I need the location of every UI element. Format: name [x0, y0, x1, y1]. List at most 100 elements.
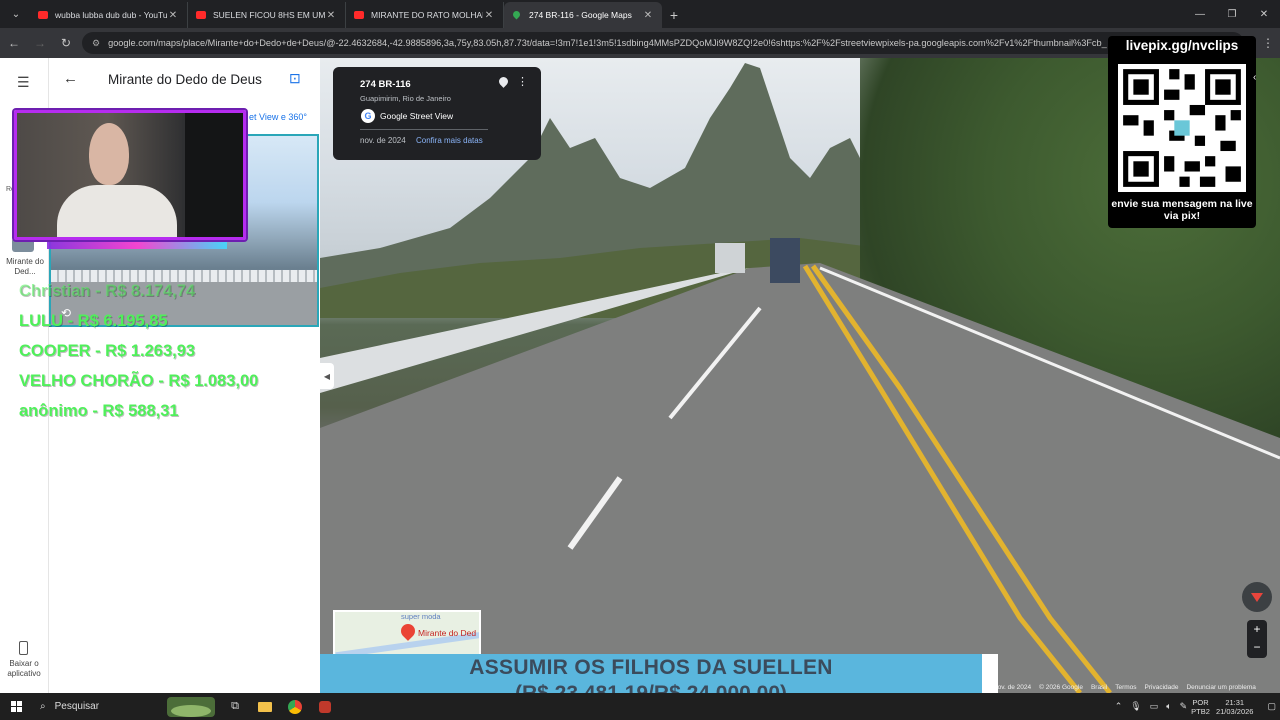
- language-line-2: PTB2: [1191, 706, 1210, 716]
- youtube-icon: [38, 11, 48, 19]
- pix-qr-overlay: livepix.gg/nvclips envie sua mensagem na…: [1108, 36, 1256, 228]
- info-brand: Google Street View: [380, 111, 454, 121]
- url-text: google.com/maps/place/Mirante+do+Dedo+de…: [108, 38, 1107, 48]
- tab-close-icon[interactable]: ✕: [167, 10, 179, 21]
- windows-logo-icon: [10, 701, 22, 712]
- donor-row: LULU - R$ 6.195,85: [19, 312, 168, 330]
- browser-tab-3[interactable]: MIRANTE DO RATO MOLHADO ✕: [346, 2, 504, 28]
- app-icon[interactable]: [310, 693, 340, 720]
- browser-tab-4[interactable]: 274 BR-116 - Google Maps ✕: [504, 2, 662, 28]
- more-options-icon[interactable]: ⋮: [517, 75, 528, 88]
- maps-footer: nov. de 2024 © 2026 Google Brasil Termos…: [994, 684, 1256, 691]
- task-view-icon[interactable]: ⧉: [220, 693, 250, 720]
- browser-tab-2[interactable]: SUELEN FICOU 8HS EM UMA PI ✕: [188, 2, 346, 28]
- window-controls: — ❐ ✕: [1184, 0, 1280, 28]
- tab-search-icon[interactable]: ⌄: [4, 2, 28, 26]
- donor-row: Christian - R$ 8.174,74: [19, 282, 196, 300]
- volume-icon[interactable]: 🔈︎: [1166, 701, 1171, 712]
- chevron-left-icon[interactable]: ‹: [1253, 72, 1256, 83]
- language-line-1: POR: [1192, 697, 1209, 707]
- donor-row: anônimo - R$ 588,31: [19, 402, 179, 420]
- widgets-icon[interactable]: [162, 693, 220, 720]
- reload-icon[interactable]: ↻: [54, 31, 78, 55]
- forward-icon[interactable]: →: [28, 31, 52, 55]
- browser-tab-strip: ⌄ wubba lubba dub dub - YouTub ✕ SUELEN …: [0, 0, 1280, 28]
- recent-place-thumbnail[interactable]: [12, 238, 34, 252]
- info-address: 274 BR-116: [360, 79, 411, 90]
- browser-menu-icon[interactable]: ⋮: [1256, 31, 1280, 55]
- tab-close-icon[interactable]: ✕: [642, 10, 654, 21]
- download-app-link[interactable]: Baixar o aplicativo: [2, 659, 46, 679]
- footer-privacy[interactable]: Privacidade: [1145, 684, 1179, 691]
- start-button[interactable]: [0, 693, 32, 720]
- clock[interactable]: 21:31 21/03/2026: [1216, 698, 1254, 716]
- minimize-icon[interactable]: —: [1184, 0, 1216, 28]
- chrome-icon[interactable]: [280, 693, 310, 720]
- tab-title: 274 BR-116 - Google Maps: [529, 10, 632, 20]
- add-photo-icon[interactable]: ⊡: [289, 70, 301, 87]
- compass-button[interactable]: [1242, 582, 1272, 612]
- menu-icon[interactable]: ☰: [17, 74, 30, 91]
- taskbar-search-label: Pesquisar: [54, 701, 100, 712]
- footer-copyright: © 2026 Google: [1039, 684, 1083, 691]
- place-title: Mirante do Dedo de Deus: [108, 72, 262, 87]
- qr-message: envie sua mensagem na live via pix!: [1111, 198, 1253, 222]
- back-icon[interactable]: ←: [2, 31, 26, 55]
- notification-icon[interactable]: ▢: [1267, 701, 1276, 712]
- tab-title: SUELEN FICOU 8HS EM UMA PI: [213, 10, 325, 20]
- address-bar[interactable]: ⚙ google.com/maps/place/Mirante+do+Dedo+…: [82, 32, 1244, 54]
- zoom-in-button[interactable]: +: [1247, 620, 1267, 638]
- browser-tab-1[interactable]: wubba lubba dub dub - YouTub ✕: [30, 2, 188, 28]
- street-view-chip[interactable]: et View e 360°: [249, 112, 307, 122]
- minimap-label-2: super moda: [401, 612, 441, 621]
- more-dates-link[interactable]: Confira mais datas: [416, 136, 483, 145]
- location-pin-icon[interactable]: [497, 75, 510, 88]
- clock-date: 21/03/2026: [1215, 706, 1254, 716]
- close-window-icon[interactable]: ✕: [1248, 0, 1280, 28]
- microphone-icon[interactable]: 🎙︎: [1130, 701, 1141, 712]
- minimap[interactable]: super moda Mirante do Ded: [333, 610, 481, 660]
- webcam-overlay: [14, 110, 246, 240]
- map-pin-icon: [398, 621, 418, 641]
- windows-taskbar: ⌕ Pesquisar ⧉ ⌃ 🎙︎ ▭ 🔈︎ ✎ POR PTB2 21:31…: [0, 693, 1280, 720]
- footer-report[interactable]: Denunciar um problema: [1186, 684, 1255, 691]
- info-city: Guapimirim, Rio de Janeiro: [360, 94, 451, 103]
- taskbar-search[interactable]: ⌕ Pesquisar: [32, 693, 162, 720]
- info-divider: [360, 129, 488, 130]
- street-view-info-card: 274 BR-116 Guapimirim, Rio de Janeiro ⋮ …: [333, 67, 541, 160]
- google-maps-icon: [512, 10, 522, 20]
- zoom-out-button[interactable]: −: [1247, 638, 1267, 656]
- recent-place-label[interactable]: Mirante do Ded...: [4, 257, 46, 277]
- donor-leaderboard: Christian - R$ 8.174,74 LULU - R$ 6.195,…: [19, 276, 258, 426]
- google-logo-icon: G: [361, 109, 375, 123]
- qr-url: livepix.gg/nvclips: [1125, 38, 1239, 53]
- tab-close-icon[interactable]: ✕: [483, 10, 495, 21]
- donor-row: COOPER - R$ 1.263,93: [19, 342, 196, 360]
- pen-icon[interactable]: ✎: [1180, 701, 1188, 712]
- widget-thumbnail: [167, 696, 215, 717]
- zoom-controls: + −: [1247, 620, 1267, 658]
- footer-country[interactable]: Brasil: [1091, 684, 1107, 691]
- file-explorer-icon[interactable]: [250, 693, 280, 720]
- chevron-up-icon[interactable]: ⌃: [1115, 701, 1123, 712]
- tab-close-icon[interactable]: ✕: [325, 10, 337, 21]
- collapse-panel-button[interactable]: ◀: [320, 363, 334, 389]
- screen: ⌄ wubba lubba dub dub - YouTub ✕ SUELEN …: [0, 0, 1280, 720]
- new-tab-button[interactable]: +: [662, 2, 686, 28]
- phone-icon[interactable]: [19, 641, 28, 655]
- tab-title: wubba lubba dub dub - YouTub: [55, 10, 167, 20]
- goal-title: ASSUMIR OS FILHOS DA SUELLEN: [469, 656, 833, 679]
- info-capture-date: nov. de 2024: [360, 136, 406, 145]
- back-arrow-icon[interactable]: ←: [63, 70, 78, 87]
- restore-icon[interactable]: ❐: [1216, 0, 1248, 28]
- language-indicator[interactable]: POR PTB2: [1191, 698, 1210, 716]
- streamer-head: [89, 123, 129, 185]
- network-icon[interactable]: ▭: [1150, 701, 1159, 712]
- site-info-icon[interactable]: ⚙: [92, 38, 100, 49]
- youtube-icon: [354, 11, 364, 19]
- donor-row: VELHO CHORÃO - R$ 1.083,00: [19, 372, 259, 390]
- footer-terms[interactable]: Termos: [1115, 684, 1136, 691]
- compass-needle-icon: [1251, 592, 1263, 602]
- monitor-background: [182, 113, 243, 237]
- tab-title: MIRANTE DO RATO MOLHADO: [371, 10, 483, 20]
